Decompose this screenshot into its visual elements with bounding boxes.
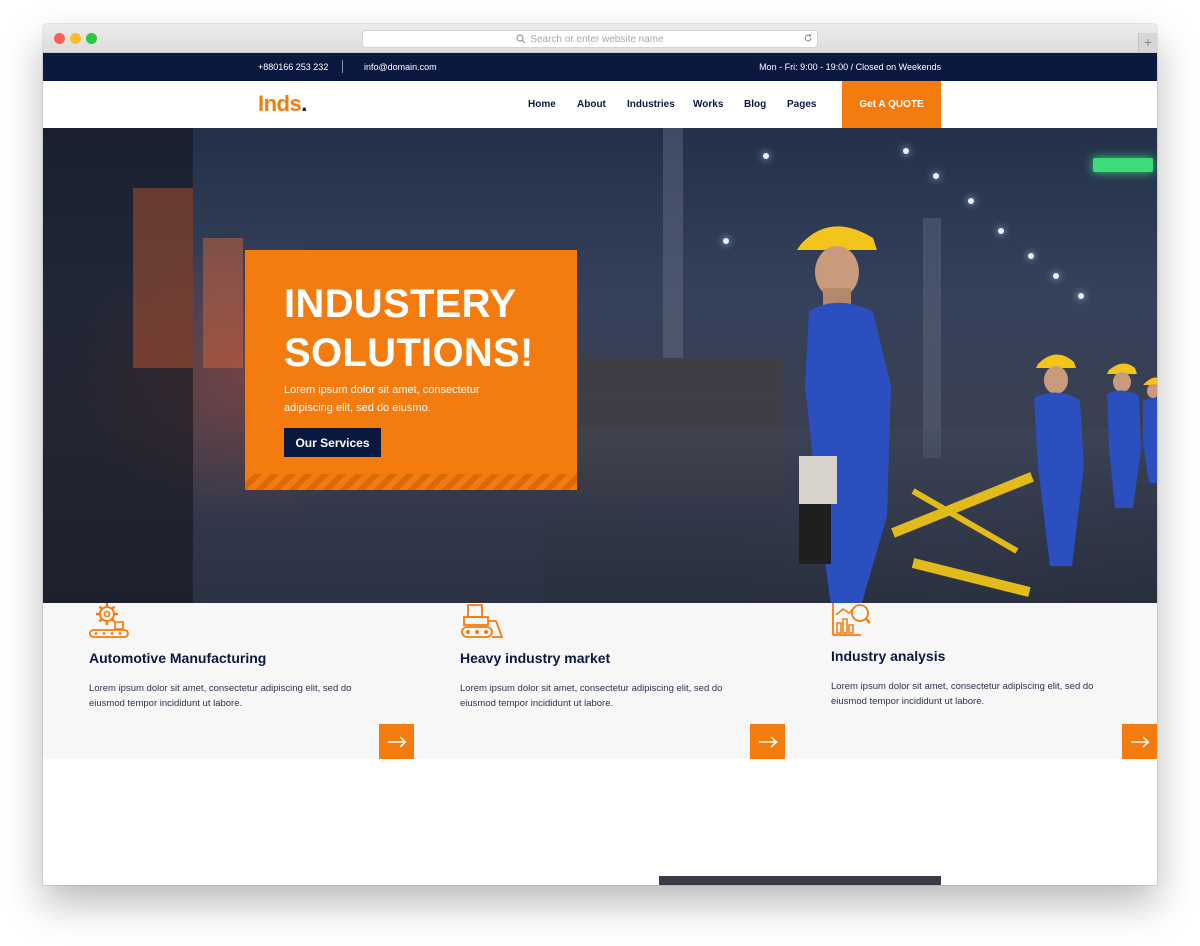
service-arrow-button[interactable]	[1122, 724, 1157, 759]
service-description: Lorem ipsum dolor sit amet, consectetur …	[460, 683, 723, 709]
nav-item-home[interactable]: Home	[528, 99, 556, 110]
address-placeholder: Search or enter website name	[530, 33, 664, 45]
ceiling-light	[968, 198, 974, 204]
contact-topbar: +880166 253 232 info@domain.com Mon - Fr…	[43, 53, 1157, 81]
worker-figure	[1143, 377, 1157, 483]
arrow-right-icon	[758, 735, 778, 748]
our-services-button[interactable]: Our Services	[284, 428, 381, 457]
site-logo[interactable]: Inds.	[258, 91, 307, 117]
worker-figure	[1034, 354, 1084, 566]
ceiling-light	[1053, 273, 1059, 279]
opening-hours: Mon - Fri: 9:00 - 19:00 / Closed on Week…	[759, 62, 941, 72]
green-display	[1093, 158, 1153, 172]
nav-item-works[interactable]: Works	[693, 99, 723, 110]
address-bar[interactable]: Search or enter website name	[362, 30, 818, 48]
browser-window: Search or enter website name + +880166 2…	[43, 24, 1157, 885]
hero-title-line: SOLUTIONS!	[284, 331, 534, 375]
service-card: Industry analysis Lorem ipsum dolor sit …	[785, 603, 1157, 759]
phone-number[interactable]: +880166 253 232	[258, 62, 328, 72]
service-title: Automotive Manufacturing	[89, 650, 267, 666]
service-title: Industry analysis	[831, 648, 946, 664]
get-quote-button[interactable]: Get A QUOTE	[842, 81, 941, 128]
service-card: Automotive Manufacturing Lorem ipsum dol…	[43, 603, 414, 759]
ceiling-light	[723, 238, 729, 244]
nav-item-pages[interactable]: Pages	[787, 99, 816, 110]
search-icon	[516, 34, 526, 44]
gear-conveyor-icon	[89, 603, 129, 638]
logo-text: Inds	[258, 91, 302, 116]
nav-item-blog[interactable]: Blog	[744, 99, 766, 110]
hero-title: INDUSTERY SOLUTIONS!	[284, 280, 564, 378]
hero-banner: INDUSTERY SOLUTIONS! Lorem ipsum dolor s…	[43, 128, 1157, 603]
nav-item-industries[interactable]: Industries	[627, 99, 675, 110]
topbar-divider	[342, 60, 343, 73]
service-arrow-button[interactable]	[379, 724, 414, 759]
service-arrow-button[interactable]	[750, 724, 785, 759]
ceiling-light	[903, 148, 909, 154]
minimize-window-button[interactable]	[70, 33, 81, 44]
machinery-shape	[133, 188, 193, 368]
hero-subtitle: Lorem ipsum dolor sit amet, consectetur …	[284, 384, 480, 414]
ceiling-light	[763, 153, 769, 159]
email-address[interactable]: info@domain.com	[364, 62, 437, 72]
machinery-shape	[203, 238, 243, 368]
main-navigation: Inds. Home About Industries Works Blog P…	[43, 81, 1157, 128]
close-window-button[interactable]	[54, 33, 65, 44]
reload-icon[interactable]	[803, 33, 813, 43]
service-description: Lorem ipsum dolor sit amet, consectetur …	[89, 683, 352, 709]
nav-item-about[interactable]: About	[577, 99, 606, 110]
machinery-shape	[923, 218, 941, 458]
new-tab-button[interactable]: +	[1138, 33, 1157, 52]
machinery-shape	[663, 128, 683, 358]
worker-figure	[1107, 363, 1141, 508]
maximize-window-button[interactable]	[86, 33, 97, 44]
analysis-chart-icon	[832, 603, 871, 636]
ceiling-light	[998, 228, 1004, 234]
hero-title-line: INDUSTERY	[284, 282, 517, 326]
services-section: Automotive Manufacturing Lorem ipsum dol…	[43, 603, 1157, 759]
bulldozer-icon	[461, 604, 504, 638]
logo-dot: .	[301, 91, 307, 116]
service-description: Lorem ipsum dolor sit amet, consectetur …	[831, 681, 1094, 707]
ceiling-light	[1028, 253, 1034, 259]
hero-card: INDUSTERY SOLUTIONS! Lorem ipsum dolor s…	[245, 250, 577, 490]
service-card: Heavy industry market Lorem ipsum dolor …	[414, 603, 785, 759]
arrow-right-icon	[387, 735, 407, 748]
section-image-preview	[659, 876, 941, 885]
service-title: Heavy industry market	[460, 650, 611, 666]
arrow-right-icon	[1130, 735, 1150, 748]
ceiling-light	[933, 173, 939, 179]
ceiling-light	[1078, 293, 1084, 299]
worker-figure	[797, 226, 891, 603]
hazard-stripe	[245, 474, 577, 490]
browser-toolbar: Search or enter website name +	[43, 24, 1157, 53]
